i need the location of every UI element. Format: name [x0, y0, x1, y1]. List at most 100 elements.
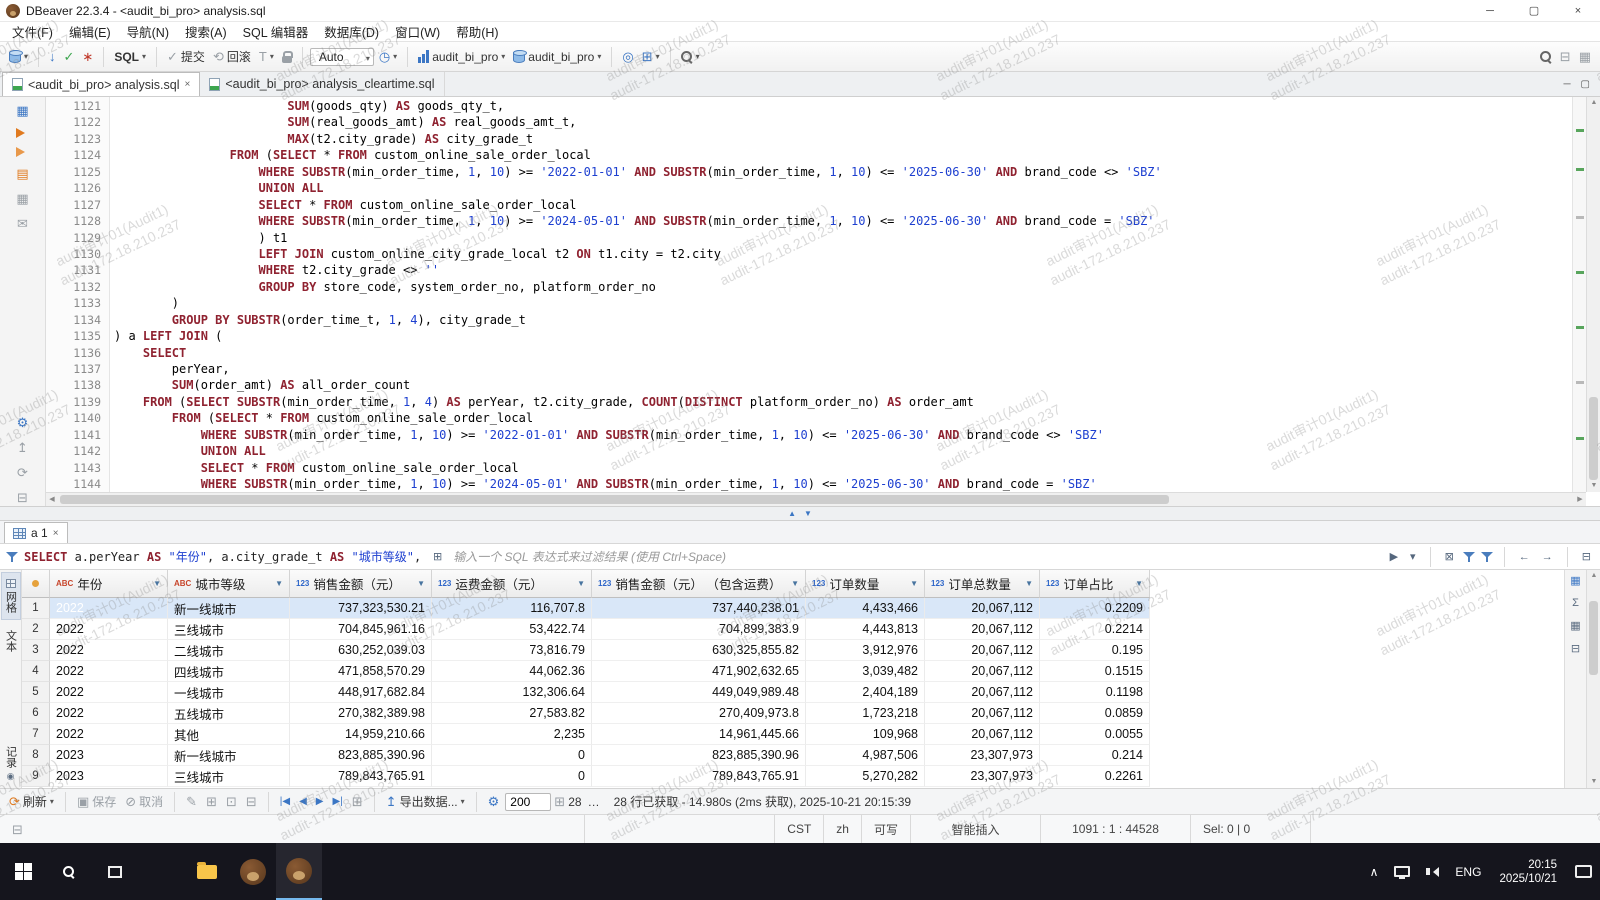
- maximize-results-icon[interactable]: ▲: [788, 509, 796, 518]
- scroll-right-icon[interactable]: ▶: [1574, 493, 1586, 507]
- back-icon[interactable]: ←: [1516, 551, 1533, 563]
- column-header-4[interactable]: 123 销售金额（元） （包含运费） ▼: [592, 570, 806, 598]
- cell-r7-c5[interactable]: 14,961,445.66: [592, 724, 806, 745]
- row-number-4[interactable]: 4: [22, 661, 50, 682]
- table-corner-cell[interactable]: [22, 570, 50, 598]
- save-filter-icon[interactable]: [1462, 551, 1475, 563]
- row-number-6[interactable]: 6: [22, 703, 50, 724]
- editor-results-splitter[interactable]: ▲ ▼: [0, 506, 1600, 521]
- rollback-button[interactable]: ⟲ 回滚: [210, 46, 254, 67]
- cell-r2-c1[interactable]: 2022: [50, 619, 168, 640]
- cell-r9-c2[interactable]: 三线城市: [168, 766, 290, 787]
- cell-r4-c8[interactable]: 0.1515: [1040, 661, 1150, 682]
- minimize-view-icon[interactable]: ─: [1563, 79, 1570, 90]
- results-tab[interactable]: a 1 ×: [4, 522, 68, 543]
- start-button[interactable]: [0, 843, 46, 900]
- cell-r9-c4[interactable]: 0: [432, 766, 592, 787]
- custom-filter-icon[interactable]: [1480, 551, 1493, 563]
- cell-r4-c4[interactable]: 44,062.36: [432, 661, 592, 682]
- row-number-5[interactable]: 5: [22, 682, 50, 703]
- column-filter-icon[interactable]: ▼: [1025, 579, 1033, 588]
- cancel-button[interactable]: ⊘ 取消: [122, 791, 166, 812]
- cell-r1-c2[interactable]: 新一线城市: [168, 598, 290, 619]
- result-grid-icon[interactable]: ▦: [16, 191, 28, 207]
- cell-r5-c4[interactable]: 132,306.64: [432, 682, 592, 703]
- refresh-button[interactable]: ⟳ 刷新 ▾: [6, 791, 57, 812]
- forward-icon[interactable]: →: [1539, 551, 1556, 563]
- navigator-sync-button[interactable]: ◎: [619, 48, 636, 65]
- cell-r2-c2[interactable]: 三线城市: [168, 619, 290, 640]
- tray-clock[interactable]: 20:15 2025/10/21: [1489, 858, 1567, 886]
- column-header-5[interactable]: 123 订单数量 ▼: [806, 570, 925, 598]
- row-number-1[interactable]: 1: [22, 598, 50, 619]
- column-header-6[interactable]: 123 订单总数量 ▼: [925, 570, 1040, 598]
- export-button[interactable]: ↥ 导出数据... ▾: [383, 791, 468, 812]
- first-page-button[interactable]: |◀: [277, 794, 293, 809]
- next-page-button[interactable]: ▶: [313, 794, 327, 809]
- cell-r6-c5[interactable]: 270,409,973.8: [592, 703, 806, 724]
- cell-r5-c7[interactable]: 20,067,112: [925, 682, 1040, 703]
- column-filter-icon[interactable]: ▼: [577, 579, 585, 588]
- fetch-all-button[interactable]: ⊞: [349, 793, 366, 810]
- editor-horizontal-scrollbar[interactable]: ◀ ▶: [46, 492, 1586, 506]
- menu-item-7[interactable]: 帮助(H): [448, 21, 506, 42]
- scroll-up-icon[interactable]: ▲: [1587, 97, 1600, 109]
- editor-vertical-scrollbar[interactable]: ▲ ▼: [1586, 97, 1600, 492]
- cell-r2-c7[interactable]: 20,067,112: [925, 619, 1040, 640]
- maximize-view-icon[interactable]: ▢: [1581, 79, 1590, 90]
- cell-r7-c4[interactable]: 2,235: [432, 724, 592, 745]
- grid-settings-button[interactable]: ⚙: [485, 793, 503, 810]
- cell-r7-c1[interactable]: 2022: [50, 724, 168, 745]
- cell-r5-c2[interactable]: 一线城市: [168, 682, 290, 703]
- cell-r6-c2[interactable]: 五线城市: [168, 703, 290, 724]
- task-view-button[interactable]: [92, 843, 138, 900]
- commit-button[interactable]: ✓ 提交: [164, 46, 208, 67]
- data-transfer-button[interactable]: ↓: [46, 48, 59, 65]
- cell-r4-c6[interactable]: 3,039,482: [806, 661, 925, 682]
- editor-tab-0[interactable]: <audit_bi_pro> analysis.sql ×: [2, 72, 201, 96]
- execute-script-icon[interactable]: [15, 147, 30, 157]
- cell-r2-c8[interactable]: 0.2214: [1040, 619, 1150, 640]
- cell-r2-c6[interactable]: 4,443,813: [806, 619, 925, 640]
- tray-network-button[interactable]: [1386, 843, 1418, 900]
- status-language[interactable]: zh: [823, 815, 861, 843]
- schema-selector[interactable]: audit_bi_pro ▾: [510, 48, 604, 66]
- cell-r5-c5[interactable]: 449,049,989.48: [592, 682, 806, 703]
- cell-r4-c3[interactable]: 471,858,570.29: [290, 661, 432, 682]
- close-button[interactable]: ×: [1556, 0, 1600, 21]
- prev-page-button[interactable]: ◀: [296, 794, 310, 809]
- taskbar-ie-button[interactable]: [138, 843, 184, 900]
- status-insert-mode[interactable]: 智能插入: [910, 815, 1040, 843]
- cell-r3-c3[interactable]: 630,252,039.03: [290, 640, 432, 661]
- menu-item-2[interactable]: 导航(N): [119, 21, 177, 42]
- menu-item-3[interactable]: 搜索(A): [177, 21, 235, 42]
- last-page-button[interactable]: ▶|: [330, 794, 346, 809]
- column-filter-icon[interactable]: ▼: [910, 579, 918, 588]
- fetch-size-input[interactable]: [505, 792, 552, 811]
- cell-r8-c1[interactable]: 2023: [50, 745, 168, 766]
- row-number-8[interactable]: 8: [22, 745, 50, 766]
- toggle-panel-icon[interactable]: ⊟: [17, 490, 28, 506]
- cell-r1-c1[interactable]: 2022: [50, 598, 168, 619]
- cell-r6-c8[interactable]: 0.0859: [1040, 703, 1150, 724]
- cell-r4-c1[interactable]: 2022: [50, 661, 168, 682]
- explain-plan-icon[interactable]: ▤: [16, 166, 28, 182]
- cell-r1-c6[interactable]: 4,433,466: [806, 598, 925, 619]
- row-number-3[interactable]: 3: [22, 640, 50, 661]
- cell-r6-c1[interactable]: 2022: [50, 703, 168, 724]
- quick-access-search-button[interactable]: [1537, 49, 1555, 65]
- clear-filter-icon[interactable]: ⊠: [1442, 550, 1457, 563]
- column-filter-icon[interactable]: ▼: [275, 579, 283, 588]
- column-filter-icon[interactable]: ▼: [153, 579, 161, 588]
- cell-r3-c7[interactable]: 20,067,112: [925, 640, 1040, 661]
- cell-r6-c4[interactable]: 27,583.82: [432, 703, 592, 724]
- taskbar-explorer-button[interactable]: [184, 843, 230, 900]
- cell-r8-c6[interactable]: 4,987,506: [806, 745, 925, 766]
- cell-r6-c6[interactable]: 1,723,218: [806, 703, 925, 724]
- scroll-left-icon[interactable]: ◀: [46, 493, 58, 507]
- cell-r3-c8[interactable]: 0.195: [1040, 640, 1150, 661]
- status-writable[interactable]: 可写: [860, 815, 910, 843]
- cell-r8-c2[interactable]: 新一线城市: [168, 745, 290, 766]
- save-button[interactable]: ▣ 保存: [74, 791, 119, 812]
- filter-input[interactable]: [451, 548, 1381, 565]
